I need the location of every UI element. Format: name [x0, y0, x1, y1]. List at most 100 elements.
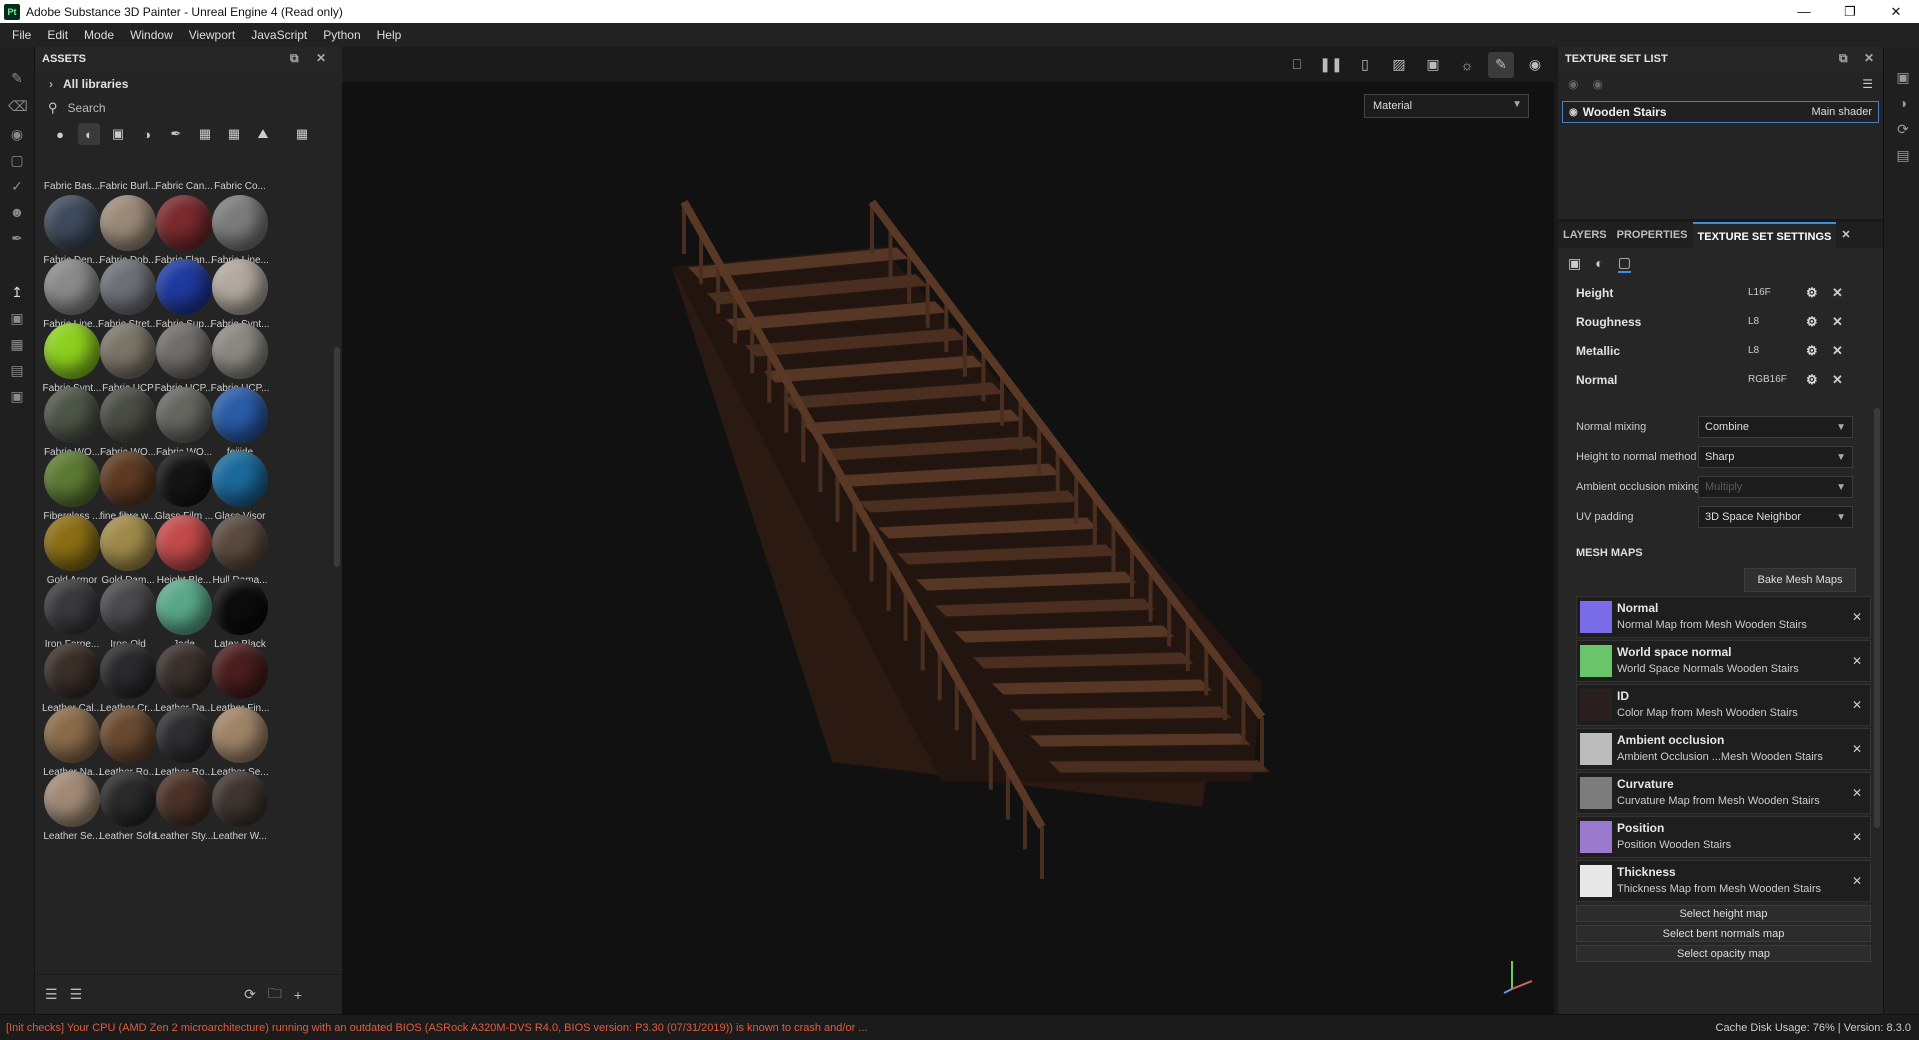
channel-format[interactable]: L8: [1748, 316, 1759, 327]
mesh-map-row[interactable]: ID Color Map from Mesh Wooden Stairs ✕: [1576, 684, 1871, 726]
remove-map-icon[interactable]: ✕: [1852, 698, 1862, 712]
mesh-map-row[interactable]: Curvature Curvature Map from Mesh Wooden …: [1576, 772, 1871, 814]
paint-brush-icon[interactable]: ✎: [8, 69, 26, 87]
channel-row-metallic[interactable]: Metallic L8 ⚙ ✕: [1558, 336, 1883, 365]
screenshot-icon[interactable]: ◉: [1522, 52, 1548, 78]
asset-tile[interactable]: Latex Black: [206, 579, 274, 650]
remove-map-icon[interactable]: ✕: [1852, 830, 1862, 844]
gear-icon[interactable]: ⚙: [1806, 314, 1818, 330]
mesh-map-row[interactable]: Normal Normal Map from Mesh Wooden Stairs…: [1576, 596, 1871, 638]
eraser-icon[interactable]: ⌫: [8, 97, 28, 115]
filter-generators-icon[interactable]: ◑: [136, 123, 158, 145]
asset-tile[interactable]: Hull Dama...: [206, 515, 274, 586]
menu-item-help[interactable]: Help: [369, 28, 410, 42]
asset-search[interactable]: ⚲ Search: [35, 97, 342, 119]
asset-tile[interactable]: Fabric UCP...: [206, 323, 274, 394]
menu-item-mode[interactable]: Mode: [76, 28, 122, 42]
filter-textures-icon[interactable]: ▦: [223, 123, 245, 145]
bake-mesh-maps-button[interactable]: Bake Mesh Maps: [1744, 568, 1856, 592]
mesh-map-row[interactable]: World space normal World Space Normals Wo…: [1576, 640, 1871, 682]
remove-channel-icon[interactable]: ✕: [1832, 372, 1843, 388]
history-icon[interactable]: ⟳: [1894, 121, 1912, 139]
paint-mode-icon[interactable]: ✎: [1488, 51, 1514, 78]
option-select[interactable]: 3D Space Neighbor ▼: [1698, 506, 1853, 528]
settings-scrollbar[interactable]: [1874, 408, 1880, 828]
maximize-button[interactable]: ❐: [1827, 0, 1873, 23]
remove-map-icon[interactable]: ✕: [1852, 654, 1862, 668]
menu-item-python[interactable]: Python: [315, 28, 368, 42]
option-select[interactable]: Combine ▼: [1698, 416, 1853, 438]
camera-icon[interactable]: ▣: [1420, 52, 1446, 78]
close-panel-icon[interactable]: ✕: [316, 51, 326, 65]
close-window-button[interactable]: ✕: [1873, 0, 1919, 23]
shader-icon[interactable]: ◐: [1595, 255, 1603, 271]
tab-properties[interactable]: PROPERTIES: [1612, 222, 1693, 248]
display-settings-icon[interactable]: ▤: [8, 361, 26, 379]
projection-icon[interactable]: ◉: [8, 125, 26, 143]
library-selector[interactable]: › All libraries: [35, 71, 342, 97]
channel-format[interactable]: L16F: [1748, 287, 1771, 298]
remove-map-icon[interactable]: ✕: [1852, 742, 1862, 756]
grid-view-icon[interactable]: ▦: [291, 123, 313, 145]
assets-scrollbar[interactable]: [334, 347, 340, 567]
shelf-icon[interactable]: ▣: [8, 387, 26, 405]
close-tab-icon[interactable]: ✕: [1836, 222, 1855, 248]
channel-format[interactable]: RGB16F: [1748, 374, 1787, 385]
gear-icon[interactable]: ⚙: [1806, 343, 1818, 359]
remove-channel-icon[interactable]: ✕: [1832, 314, 1843, 330]
baking-icon[interactable]: ▣: [8, 309, 26, 327]
float-panel-icon[interactable]: ⧉: [290, 51, 299, 66]
polygon-fill-icon[interactable]: ▢: [8, 151, 26, 169]
asset-tile[interactable]: Leather Fin...: [206, 643, 274, 714]
option-select[interactable]: Sharp ▼: [1698, 446, 1853, 468]
float-panel-icon[interactable]: ⧉: [1839, 51, 1848, 66]
shader-name[interactable]: Main shader: [1811, 106, 1872, 118]
viewport-3d-icon[interactable]: ▨: [1386, 52, 1412, 78]
hide-icon[interactable]: ◉: [1568, 77, 1578, 91]
asset-tile[interactable]: Fabric Synt...: [206, 259, 274, 330]
remove-channel-icon[interactable]: ✕: [1832, 285, 1843, 301]
channel-format[interactable]: L8: [1748, 345, 1759, 356]
menu-icon[interactable]: ☰: [1862, 77, 1873, 91]
clone-icon[interactable]: ☻: [8, 203, 26, 221]
filter-masks-icon[interactable]: ▣: [107, 123, 129, 145]
tab-texture-set-settings[interactable]: TEXTURE SET SETTINGS: [1692, 222, 1837, 248]
minimize-button[interactable]: —: [1781, 0, 1827, 23]
filter-list-icon[interactable]: ☰: [70, 986, 83, 1003]
close-panel-icon[interactable]: ✕: [1864, 51, 1874, 65]
eye-icon[interactable]: ◉: [1592, 77, 1602, 91]
menu-item-file[interactable]: File: [4, 28, 39, 42]
menu-item-javascript[interactable]: JavaScript: [243, 28, 315, 42]
select-map-button[interactable]: Select opacity map: [1576, 945, 1871, 962]
log-icon[interactable]: ▤: [1894, 147, 1912, 165]
refresh-icon[interactable]: ⟳: [244, 986, 256, 1003]
channel-row-height[interactable]: Height L16F ⚙ ✕: [1558, 278, 1883, 307]
texture-set-row[interactable]: ◉ Wooden Stairs Main shader: [1562, 101, 1879, 123]
lighting-icon[interactable]: ☼: [1454, 52, 1480, 78]
asset-tile[interactable]: Fabric Line...: [206, 195, 274, 266]
gear-icon[interactable]: ⚙: [1806, 285, 1818, 301]
remove-map-icon[interactable]: ✕: [1852, 610, 1862, 624]
menu-item-viewport[interactable]: Viewport: [181, 28, 243, 42]
mesh-map-row[interactable]: Ambient occlusion Ambient Occlusion ...Me…: [1576, 728, 1871, 770]
gear-icon[interactable]: ⚙: [1806, 372, 1818, 388]
asset-tile[interactable]: Leather W...: [206, 771, 274, 842]
filter-brushes-icon[interactable]: ✒: [165, 123, 187, 145]
channel-row-normal[interactable]: Normal RGB16F ⚙ ✕: [1558, 365, 1883, 394]
color-picker-icon[interactable]: ✒: [8, 229, 26, 247]
asset-tile[interactable]: Leather Se...: [206, 707, 274, 778]
3d-viewport[interactable]: ⎕ ❚❚ ▯ ▨ ▣ ☼ ✎ ◉ Material ▼: [342, 47, 1554, 1014]
menu-item-window[interactable]: Window: [122, 28, 181, 42]
folder-icon[interactable]: 🗀: [268, 983, 282, 1007]
select-map-button[interactable]: Select height map: [1576, 905, 1871, 922]
add-icon[interactable]: +: [294, 987, 302, 1003]
tab-layers[interactable]: LAYERS: [1558, 222, 1612, 248]
filter-particles-icon[interactable]: ▦: [194, 123, 216, 145]
visibility-eye-icon[interactable]: ◉: [1569, 107, 1578, 118]
mesh-map-row[interactable]: Position Position Wooden Stairs ✕: [1576, 816, 1871, 858]
smudge-icon[interactable]: ✓: [8, 177, 26, 195]
export-icon[interactable]: ↥: [8, 283, 26, 301]
remove-map-icon[interactable]: ✕: [1852, 786, 1862, 800]
status-warning[interactable]: [Init checks] Your CPU (AMD Zen 2 microa…: [6, 1022, 867, 1034]
filter-materials-icon[interactable]: ●: [49, 123, 71, 145]
